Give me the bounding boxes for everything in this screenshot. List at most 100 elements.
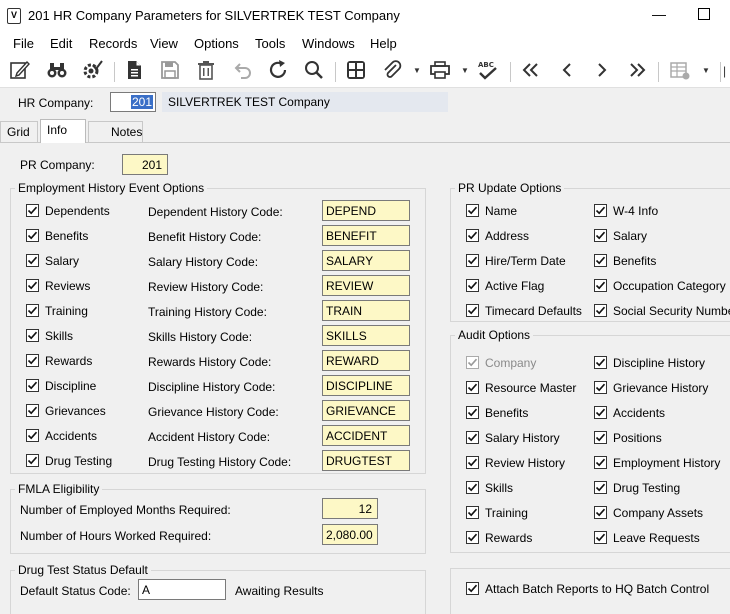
- fmla-months-input[interactable]: 12: [322, 498, 378, 519]
- chevron-down-icon[interactable]: ▼: [413, 66, 421, 75]
- checkbox-training[interactable]: [466, 506, 479, 519]
- tab-grid[interactable]: Grid: [0, 121, 38, 142]
- chevron-down-icon[interactable]: ▼: [702, 66, 710, 75]
- checkbox-discipline[interactable]: [26, 379, 39, 392]
- checkbox-review-history[interactable]: [466, 456, 479, 469]
- menu-file[interactable]: File: [13, 36, 34, 51]
- hr-company-value: 201: [130, 95, 153, 109]
- checkbox-social-security-number[interactable]: [594, 304, 607, 317]
- checkbox-positions[interactable]: [594, 431, 607, 444]
- checkbox-salary[interactable]: [26, 254, 39, 267]
- checkbox-active-flag[interactable]: [466, 279, 479, 292]
- pr-company-input[interactable]: 201: [122, 154, 168, 175]
- checkbox-skills[interactable]: [26, 329, 39, 342]
- history-code-input[interactable]: REVIEW: [322, 275, 410, 296]
- checkbox-rewards[interactable]: [466, 531, 479, 544]
- menu-tools[interactable]: Tools: [255, 36, 285, 51]
- checkbox-skills[interactable]: [466, 481, 479, 494]
- toolbar-separator: [335, 62, 336, 82]
- history-code-input[interactable]: TRAIN: [322, 300, 410, 321]
- checkbox-benefits[interactable]: [594, 254, 607, 267]
- checkbox-leave-requests[interactable]: [594, 531, 607, 544]
- checkbox-company[interactable]: [466, 356, 479, 369]
- checkbox-benefits[interactable]: [26, 229, 39, 242]
- attach-icon[interactable]: [380, 59, 404, 83]
- history-code-input[interactable]: SALARY: [322, 250, 410, 271]
- checkbox-company-assets[interactable]: [594, 506, 607, 519]
- edit-icon[interactable]: [8, 59, 32, 83]
- checkbox-accidents[interactable]: [26, 429, 39, 442]
- menu-help[interactable]: Help: [370, 36, 397, 51]
- checkbox-accidents[interactable]: [594, 406, 607, 419]
- overflow-icon[interactable]: |: [723, 64, 726, 78]
- menu-windows[interactable]: Windows: [302, 36, 355, 51]
- hr-company-input[interactable]: 201: [110, 92, 156, 112]
- print-icon[interactable]: [428, 59, 452, 83]
- drug-test-status-input[interactable]: A: [138, 579, 226, 600]
- document-icon[interactable]: [122, 59, 146, 83]
- menu-options[interactable]: Options: [194, 36, 239, 51]
- chevron-down-icon[interactable]: ▼: [461, 66, 469, 75]
- checkbox-hire-term-date[interactable]: [466, 254, 479, 267]
- checkbox-drug-testing[interactable]: [594, 481, 607, 494]
- gear-check-icon[interactable]: [80, 59, 104, 83]
- history-code-input[interactable]: ACCIDENT: [322, 425, 410, 446]
- history-code-input[interactable]: REWARD: [322, 350, 410, 371]
- checkbox-label-benefits: Benefits: [485, 406, 529, 420]
- spellcheck-icon[interactable]: ABC: [476, 59, 500, 83]
- tab-info[interactable]: Info: [40, 119, 86, 143]
- checkbox-salary-history[interactable]: [466, 431, 479, 444]
- fmla-hours-input[interactable]: 2,080.00: [322, 524, 378, 545]
- menu-view[interactable]: View: [150, 36, 178, 51]
- previous-record-icon[interactable]: [555, 59, 579, 83]
- checkbox-address[interactable]: [466, 229, 479, 242]
- checkbox-resource-master[interactable]: [466, 381, 479, 394]
- checkbox-rewards[interactable]: [26, 354, 39, 367]
- checkbox-attach-batch-reports-to-hq-batch-control[interactable]: [466, 582, 479, 595]
- checkbox-timecard-defaults[interactable]: [466, 304, 479, 317]
- checkbox-salary[interactable]: [594, 229, 607, 242]
- next-record-icon[interactable]: [590, 59, 614, 83]
- fmla-months-label: Number of Employed Months Required:: [20, 503, 231, 517]
- minimize-icon[interactable]: —: [652, 6, 666, 22]
- grid-settings-icon[interactable]: [668, 59, 692, 83]
- checkbox-w-4-info[interactable]: [594, 204, 607, 217]
- checkbox-discipline-history[interactable]: [594, 356, 607, 369]
- checkbox-name[interactable]: [466, 204, 479, 217]
- save-icon[interactable]: [158, 59, 182, 83]
- binoculars-icon[interactable]: [45, 59, 69, 83]
- history-code-input[interactable]: GRIEVANCE: [322, 400, 410, 421]
- calculator-icon[interactable]: [344, 59, 368, 83]
- history-code-input[interactable]: SKILLS: [322, 325, 410, 346]
- history-code-input[interactable]: DISCIPLINE: [322, 375, 410, 396]
- history-code-label: Rewards History Code:: [148, 355, 272, 369]
- last-record-icon[interactable]: [626, 59, 650, 83]
- menu-edit[interactable]: Edit: [50, 36, 72, 51]
- checkbox-label-employment-history: Employment History: [613, 456, 721, 470]
- checkbox-drug-testing[interactable]: [26, 454, 39, 467]
- undo-icon[interactable]: [230, 59, 254, 83]
- checkbox-label-rewards: Rewards: [485, 531, 533, 545]
- checkbox-grievance-history[interactable]: [594, 381, 607, 394]
- first-record-icon[interactable]: [518, 59, 542, 83]
- history-code-input[interactable]: DRUGTEST: [322, 450, 410, 471]
- history-code-input[interactable]: BENEFIT: [322, 225, 410, 246]
- checkbox-occupation-category[interactable]: [594, 279, 607, 292]
- checkbox-training[interactable]: [26, 304, 39, 317]
- checkbox-grievances[interactable]: [26, 404, 39, 417]
- history-code-input[interactable]: DEPEND: [322, 200, 410, 221]
- checkbox-employment-history[interactable]: [594, 456, 607, 469]
- svg-text:ABC: ABC: [478, 61, 494, 69]
- search-icon[interactable]: [302, 59, 326, 83]
- refresh-icon[interactable]: [266, 59, 290, 83]
- maximize-icon[interactable]: [698, 8, 710, 20]
- hr-company-name: SILVERTREK TEST Company: [162, 92, 448, 112]
- tab-notes[interactable]: Notes: [88, 121, 143, 142]
- checkbox-label-salary: Salary: [45, 254, 80, 268]
- toolbar-separator: [510, 62, 511, 82]
- checkbox-dependents[interactable]: [26, 204, 39, 217]
- delete-icon[interactable]: [194, 59, 218, 83]
- menu-records[interactable]: Records: [89, 36, 137, 51]
- checkbox-reviews[interactable]: [26, 279, 39, 292]
- checkbox-benefits[interactable]: [466, 406, 479, 419]
